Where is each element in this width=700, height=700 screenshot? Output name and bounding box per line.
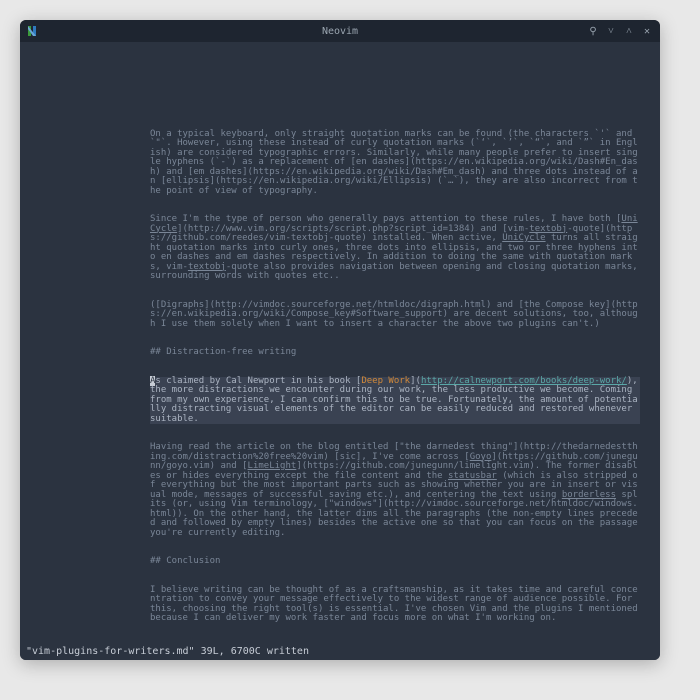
- statusline: "vim-plugins-for-writers.md" 39L, 6700C …: [20, 642, 660, 660]
- paragraph: ([Digraphs](http://vimdoc.sourceforge.ne…: [150, 301, 640, 330]
- pin-icon[interactable]: ⚲: [586, 24, 600, 38]
- app-window: Neovim ⚲ ˅ ˄ ✕ On a typical keyboard, on…: [20, 20, 660, 660]
- paragraph: Since I'm the type of person who general…: [150, 215, 640, 282]
- heading: ## Distraction-free writing: [150, 348, 640, 358]
- editor-viewport[interactable]: On a typical keyboard, only straight quo…: [20, 42, 660, 642]
- paragraph: Having read the article on the blog enti…: [150, 443, 640, 538]
- neovim-logo-icon: [26, 25, 38, 37]
- titlebar: Neovim ⚲ ˅ ˄ ✕: [20, 20, 660, 42]
- link-text: LimeLight: [248, 461, 297, 471]
- url: http://calnewport.com/books/deep-work/: [421, 376, 627, 386]
- link-text: Goyo: [470, 452, 492, 462]
- link-text: textobj: [529, 224, 567, 234]
- link-text: textobj: [188, 262, 226, 272]
- maximize-icon[interactable]: ˄: [622, 24, 636, 38]
- heading: ## Conclusion: [150, 557, 640, 567]
- highlighted-paragraph: As claimed by Cal Newport in his book [D…: [150, 377, 640, 425]
- status-message: "vim-plugins-for-writers.md" 39L, 6700C …: [26, 646, 309, 657]
- buffer-text[interactable]: On a typical keyboard, only straight quo…: [150, 120, 640, 642]
- paragraph: I believe writing can be thought of as a…: [150, 586, 640, 624]
- minimize-icon[interactable]: ˅: [604, 24, 618, 38]
- paragraph: On a typical keyboard, only straight quo…: [150, 130, 640, 197]
- link-text: borderless: [562, 490, 616, 500]
- close-icon[interactable]: ✕: [640, 24, 654, 38]
- link-text: Deep Work: [361, 376, 410, 386]
- gutter: [20, 42, 150, 642]
- link-text: statusbar: [448, 471, 497, 481]
- link-text: UniCycle: [502, 233, 545, 243]
- window-title: Neovim: [20, 26, 660, 37]
